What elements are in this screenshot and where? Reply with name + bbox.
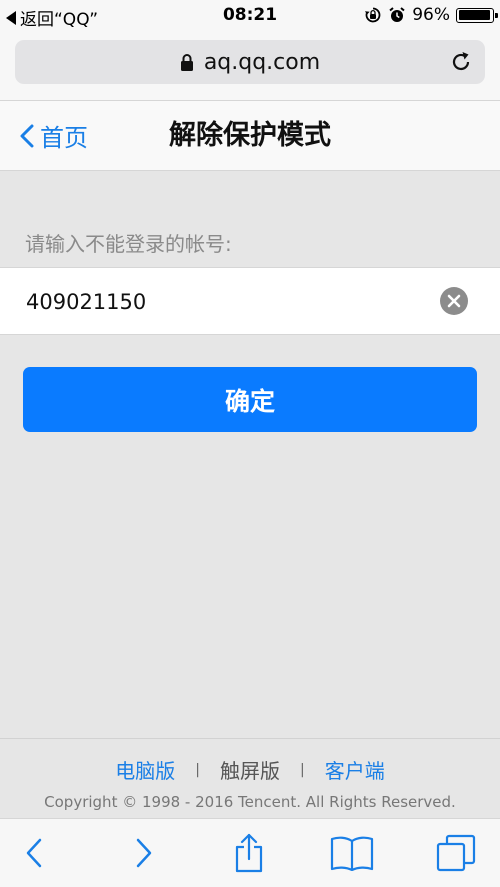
footer: 电脑版 | 触屏版 | 客户端 Copyright © 1998 - 2016 … (0, 738, 500, 818)
nav-header: 首页 解除保护模式 (0, 100, 500, 171)
confirm-button[interactable]: 确定 (23, 367, 477, 432)
battery-fill (458, 10, 491, 20)
footer-link-touch[interactable]: 触屏版 (220, 755, 280, 784)
clear-input-button[interactable] (440, 287, 468, 315)
alarm-icon (389, 7, 405, 22)
status-indicators: 96% (364, 5, 498, 25)
account-prompt: 请输入不能登录的帐号: (25, 232, 232, 256)
back-button[interactable] (14, 833, 54, 873)
forward-arrow-icon (136, 838, 152, 868)
screen: 返回“QQ” 08:21 96% aq.qq.com 首页 解除保护模式 请输入… (0, 0, 500, 887)
footer-separator: | (195, 761, 200, 778)
bookmarks-button[interactable] (329, 833, 375, 873)
clear-icon (447, 294, 461, 308)
back-arrow-icon (26, 838, 42, 868)
account-input[interactable] (24, 268, 418, 336)
footer-link-client[interactable]: 客户端 (325, 755, 385, 784)
share-icon (235, 833, 263, 873)
address-area: aq.qq.com (0, 32, 500, 100)
share-button[interactable] (229, 833, 269, 873)
footer-link-desktop[interactable]: 电脑版 (115, 755, 175, 784)
battery-icon (456, 7, 498, 23)
tabs-icon (436, 834, 476, 872)
url-text: aq.qq.com (203, 49, 321, 75)
battery-percent: 96% (412, 5, 450, 25)
tabs-button[interactable] (434, 833, 478, 873)
lock-icon (180, 54, 193, 71)
page-title: 解除保护模式 (169, 120, 331, 151)
footer-links: 电脑版 | 触屏版 | 客户端 (0, 755, 500, 784)
copyright: Copyright © 1998 - 2016 Tencent. All Rig… (44, 793, 456, 811)
address-content: aq.qq.com (15, 40, 485, 84)
address-bar[interactable]: aq.qq.com (15, 40, 485, 84)
reload-icon[interactable] (449, 50, 473, 74)
orientation-lock-icon (365, 7, 381, 23)
forward-button[interactable] (124, 833, 164, 873)
status-bar: 返回“QQ” 08:21 96% (0, 0, 500, 32)
browser-toolbar (0, 818, 500, 887)
account-input-row (0, 267, 500, 336)
bookmarks-icon (330, 836, 374, 871)
footer-separator: | (300, 761, 305, 778)
